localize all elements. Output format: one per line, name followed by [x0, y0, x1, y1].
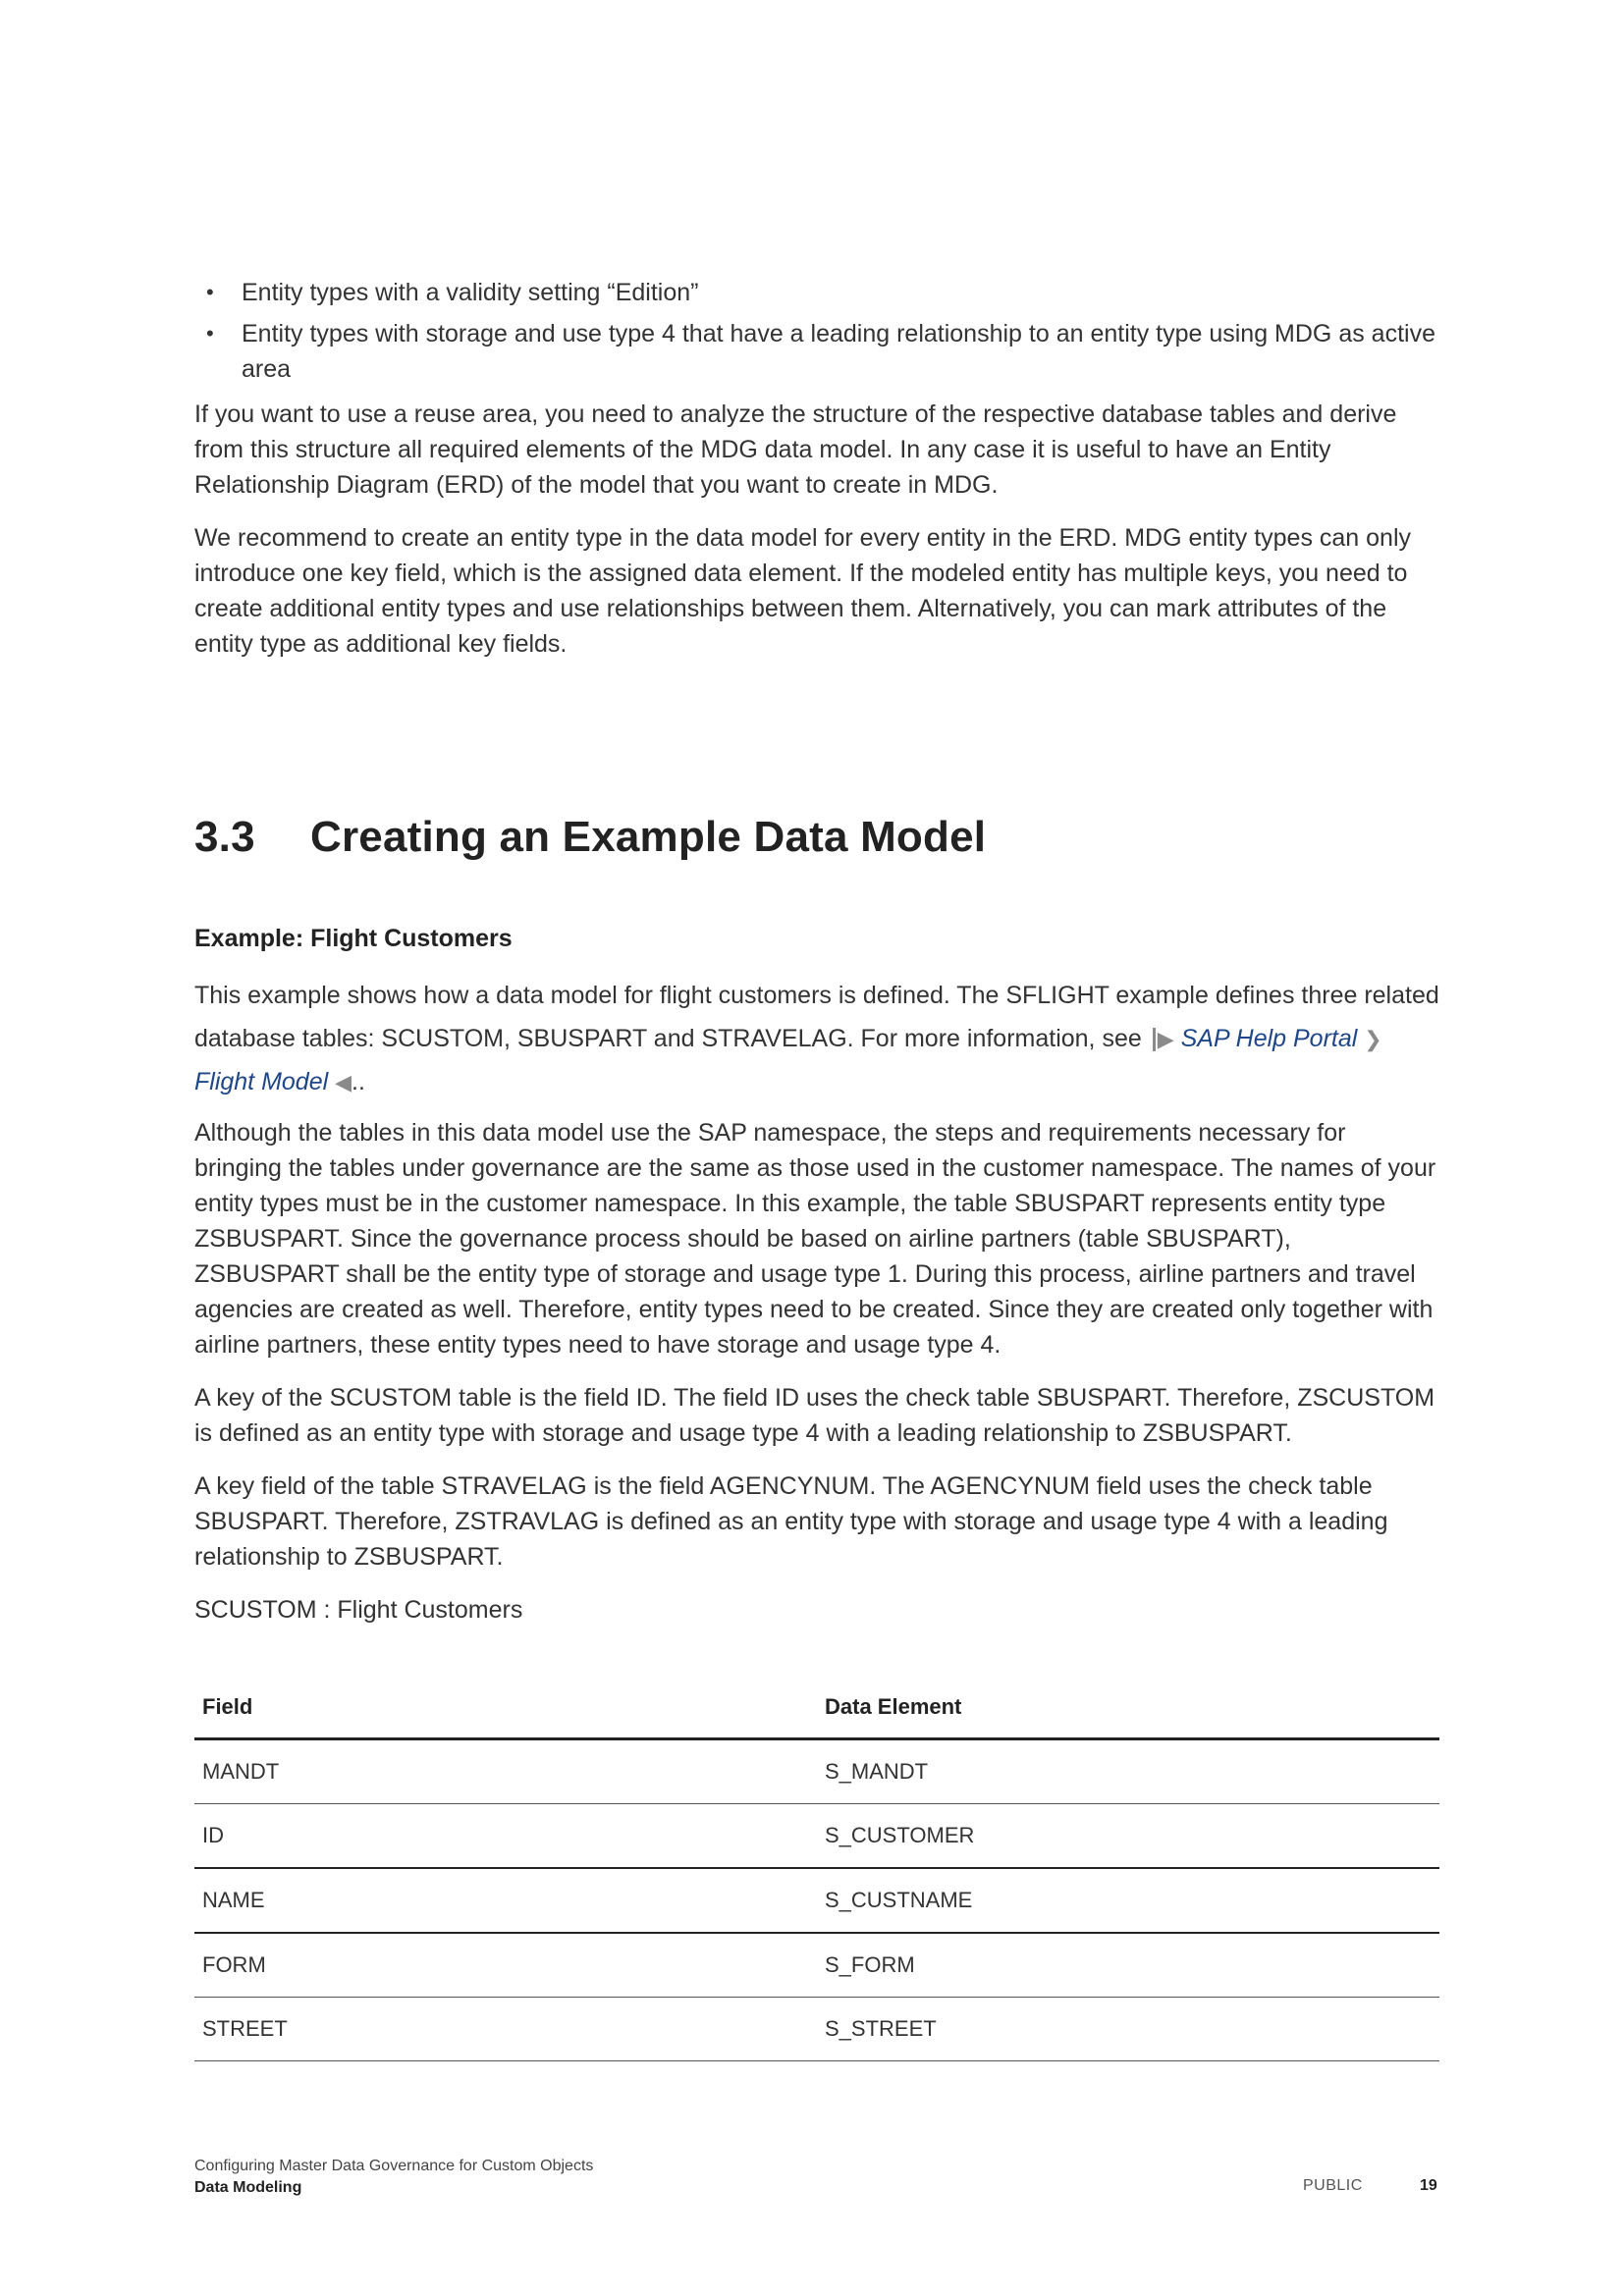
table-row: FORM S_FORM [194, 1933, 1439, 1998]
bullet-text: Entity types with storage and use type 4… [242, 320, 1435, 383]
bullet-icon: • [206, 321, 214, 346]
example-section: Example: Flight Customers This example s… [194, 921, 1439, 1645]
link-end-icon: ◀ [335, 1070, 352, 1095]
table-row: STREET S_STREET [194, 1997, 1439, 2061]
paragraph-end: .. [352, 1068, 365, 1095]
table-caption: SCUSTOM : Flight Customers [194, 1596, 523, 1624]
column-header-data-element: Data Element [817, 1677, 1439, 1740]
table-cell: S_CUSTOMER [817, 1803, 1439, 1869]
footer-document-info: Configuring Master Data Governance for C… [194, 2156, 593, 2199]
paragraph-scustom-key: A key of the SCUSTOM table is the field … [194, 1384, 1435, 1447]
table-cell: S_CUSTNAME [817, 1868, 1439, 1934]
list-item: • Entity types with a validity setting “… [194, 275, 1439, 310]
table-cell: NAME [194, 1868, 817, 1934]
table-row: ID S_CUSTOMER [194, 1803, 1439, 1869]
table-cell: S_STREET [817, 1997, 1439, 2061]
bullet-list: • Entity types with a validity setting “… [194, 275, 1439, 387]
section-heading: 3.3 Creating an Example Data Model [194, 813, 986, 862]
paragraph-entity-recommendation: We recommend to create an entity type in… [194, 524, 1412, 658]
table-cell: ID [194, 1803, 817, 1869]
table-row: NAME S_CUSTNAME [194, 1868, 1439, 1934]
bullet-icon: • [206, 280, 214, 304]
table-header-row: Field Data Element [194, 1677, 1439, 1740]
table-cell: STREET [194, 1997, 817, 2061]
section-number: 3.3 [194, 813, 255, 861]
fields-table: Field Data Element MANDT S_MANDT ID S_CU… [194, 1677, 1439, 2061]
paragraph-namespace: Although the tables in this data model u… [194, 1119, 1436, 1359]
link-start-marker [1152, 1028, 1156, 1052]
list-item: • Entity types with storage and use type… [194, 316, 1439, 387]
bullet-text: Entity types with a validity setting “Ed… [242, 279, 699, 306]
section-title: Creating an Example Data Model [310, 813, 987, 861]
table-cell: FORM [194, 1933, 817, 1998]
intro-section: • Entity types with a validity setting “… [194, 275, 1439, 679]
table-cell: MANDT [194, 1738, 817, 1804]
chevron-right-icon: ❯ [1364, 1027, 1382, 1052]
footer-chapter: Data Modeling [194, 2179, 302, 2196]
page-number: 19 [1420, 2177, 1437, 2194]
table-cell: S_MANDT [817, 1738, 1439, 1804]
footer-doc-title: Configuring Master Data Governance for C… [194, 2158, 594, 2174]
link-flight-model[interactable]: Flight Model [194, 1068, 328, 1095]
paragraph-sflight: This example shows how a data model for … [194, 974, 1439, 1103]
table-cell: S_FORM [817, 1933, 1439, 1998]
table-row: MANDT S_MANDT [194, 1738, 1439, 1804]
example-heading: Example: Flight Customers [194, 925, 513, 952]
paragraph-reuse-area: If you want to use a reuse area, you nee… [194, 400, 1397, 499]
link-sap-help-portal[interactable]: SAP Help Portal [1181, 1025, 1358, 1052]
column-header-field: Field [194, 1677, 817, 1740]
footer-classification: PUBLIC [1303, 2177, 1363, 2194]
paragraph-stravelag-key: A key field of the table STRAVELAG is th… [194, 1472, 1388, 1571]
arrow-right-icon: ▶ [1157, 1027, 1174, 1052]
